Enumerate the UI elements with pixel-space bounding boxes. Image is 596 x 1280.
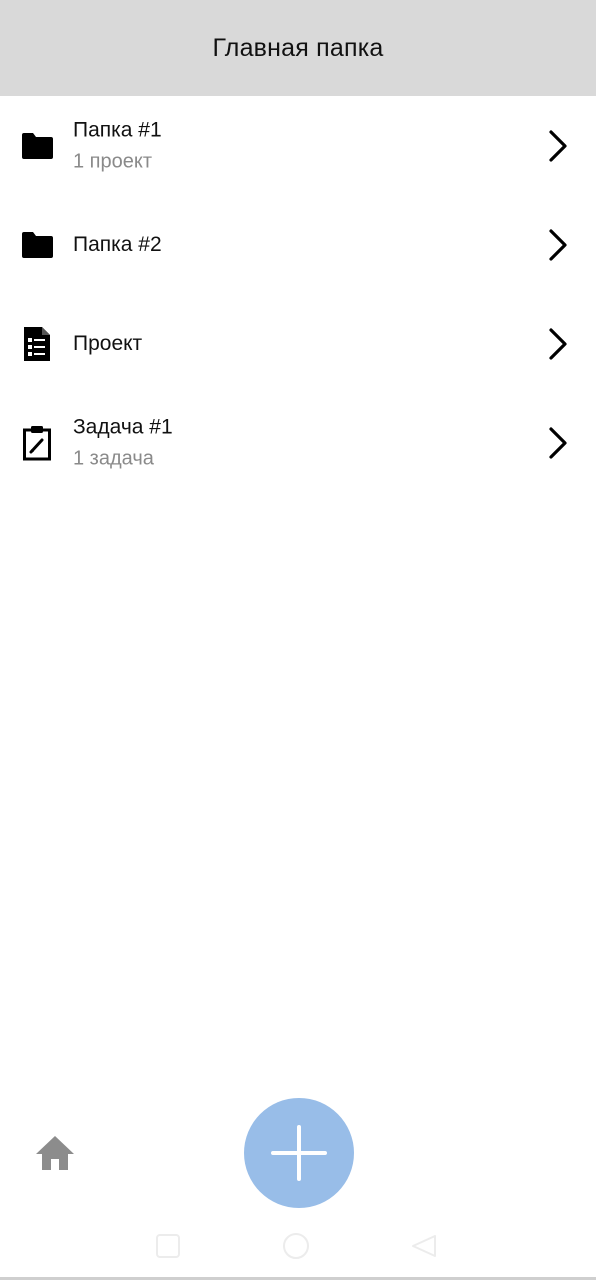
item-text: Папка #1 1 проект <box>73 117 162 174</box>
item-title: Задача #1 <box>73 415 173 438</box>
item-text: Задача #1 1 задача <box>73 414 173 471</box>
folder-icon <box>18 226 56 264</box>
circle-icon[interactable] <box>280 1230 312 1262</box>
add-button[interactable] <box>244 1098 354 1208</box>
list-item-task-1[interactable]: Задача #1 1 задача <box>0 393 596 492</box>
chevron-right-icon <box>549 228 567 261</box>
list-item-folder-2[interactable]: Папка #2 <box>0 195 596 294</box>
item-title: Папка #2 <box>73 232 162 256</box>
chevron-right-icon <box>549 327 567 360</box>
folder-icon <box>18 127 56 165</box>
home-icon[interactable] <box>34 1133 76 1173</box>
triangle-back-icon[interactable] <box>408 1230 440 1262</box>
list-item-project[interactable]: Проект <box>0 294 596 393</box>
item-text: Проект <box>73 331 142 357</box>
app-header: Главная папка <box>0 0 596 96</box>
item-list: Папка #1 1 проект Папка #2 Проект Задача… <box>0 96 596 492</box>
chevron-right-icon <box>549 426 567 459</box>
chevron-right-icon <box>549 129 567 162</box>
item-title: Проект <box>73 331 143 355</box>
document-list-icon <box>18 325 56 363</box>
list-item-folder-1[interactable]: Папка #1 1 проект <box>0 96 596 195</box>
square-icon[interactable] <box>152 1230 184 1262</box>
item-text: Папка #2 <box>73 232 162 258</box>
item-subtitle: 1 задача <box>73 447 154 469</box>
system-navigation-bar <box>0 1222 596 1272</box>
plus-icon <box>271 1125 327 1181</box>
item-title: Папка #1 <box>73 118 162 141</box>
clipboard-edit-icon <box>18 424 56 462</box>
item-subtitle: 1 проект <box>73 150 153 172</box>
page-title: Главная папка <box>212 33 384 62</box>
